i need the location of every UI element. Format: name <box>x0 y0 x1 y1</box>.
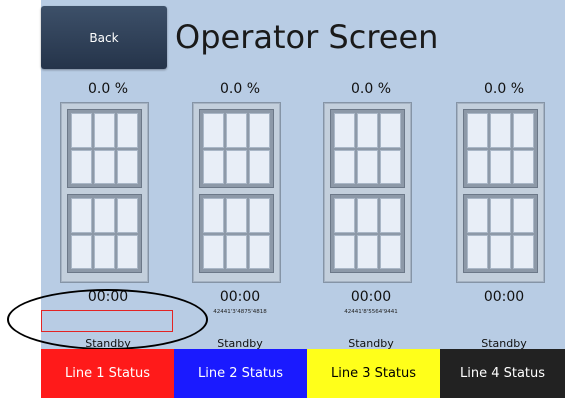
window-lower-sash <box>330 194 405 273</box>
line-1-percent: 0.0 % <box>87 81 129 97</box>
window-lower-sash <box>67 194 142 273</box>
line-4-window-icon <box>456 102 545 283</box>
line-3-status-button[interactable]: Line 3 Status <box>307 349 440 398</box>
window-upper-sash <box>67 109 142 188</box>
line-2-status-button[interactable]: Line 2 Status <box>174 349 307 398</box>
line-3-timer: 00:00 <box>350 289 392 305</box>
window-lower-sash <box>199 194 274 273</box>
line-1-status-button[interactable]: Line 1 Status <box>41 349 174 398</box>
line-4-status-button[interactable]: Line 4 Status <box>440 349 565 398</box>
window-upper-sash <box>330 109 405 188</box>
back-button[interactable]: Back <box>41 6 167 69</box>
line-2-timer: 00:00 <box>219 289 261 305</box>
line-4-percent: 0.0 % <box>483 81 525 97</box>
window-upper-sash <box>463 109 538 188</box>
line-3-serial: 42441'8'5564'9441 <box>344 309 398 315</box>
line-1-window-icon <box>60 102 149 283</box>
line-2-percent: 0.0 % <box>219 81 261 97</box>
page-title: Operator Screen <box>175 18 439 56</box>
line-2-window-icon <box>192 102 281 283</box>
line-3-window-icon <box>323 102 412 283</box>
window-lower-sash <box>463 194 538 273</box>
annotation-oval <box>7 289 208 350</box>
window-upper-sash <box>199 109 274 188</box>
line-3-percent: 0.0 % <box>350 81 392 97</box>
line-4-timer: 00:00 <box>483 289 525 305</box>
